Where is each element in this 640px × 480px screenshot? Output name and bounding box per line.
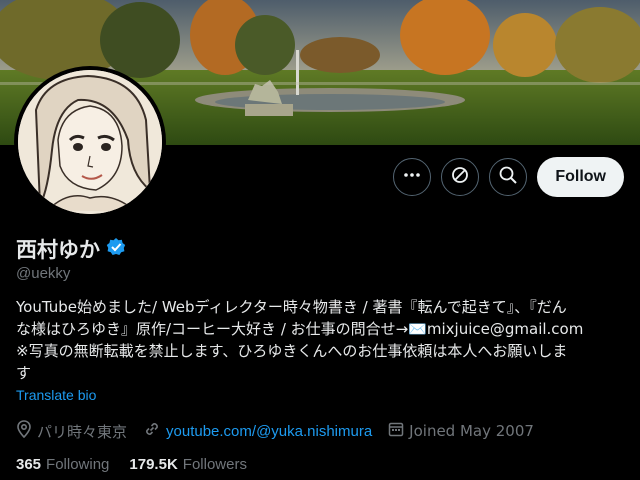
profile-actions: Follow <box>393 157 624 197</box>
search-icon <box>498 165 518 189</box>
profile-bio: YouTube始めました/ Webディレクター時々物書き / 著書『転んで起きて… <box>16 296 626 384</box>
follow-button[interactable]: Follow <box>537 157 624 197</box>
website-link[interactable]: youtube.com/@yuka.nishimura <box>166 423 372 440</box>
following-count: 365 <box>16 456 42 473</box>
name-row: 西村ゆか <box>16 234 126 264</box>
search-button[interactable] <box>489 158 528 196</box>
followers-stat[interactable]: 179.5K Followers <box>129 456 247 473</box>
display-name: 西村ゆか <box>16 238 100 262</box>
avatar-illustration <box>18 70 162 214</box>
bio-line: な様はひろゆき』原作/コーヒー大好き / お仕事の問合せ→✉️mixjuice@… <box>16 320 584 338</box>
join-date-text: Joined May 2007 <box>409 422 534 440</box>
bio-line: す <box>16 364 32 382</box>
translate-bio-link[interactable]: Translate bio <box>16 387 96 403</box>
profile-meta: パリ時々東京 youtube.com/@yuka.nishimura Joine… <box>16 420 550 442</box>
user-handle: @uekky <box>16 265 71 282</box>
location: パリ時々東京 <box>16 420 127 442</box>
location-pin-icon <box>16 420 32 442</box>
verified-badge-icon[interactable] <box>106 237 126 261</box>
join-date: Joined May 2007 <box>388 421 534 441</box>
website: youtube.com/@yuka.nishimura <box>143 420 372 442</box>
profile-avatar[interactable] <box>14 66 166 218</box>
bio-line: ※写真の無断転載を禁止します、ひろゆきくんへのお仕事依頼は本人へお願いしま <box>16 342 568 360</box>
followers-label: Followers <box>182 456 247 473</box>
location-text: パリ時々東京 <box>37 422 128 441</box>
more-button[interactable] <box>393 158 432 196</box>
follow-stats: 365 Following 179.5K Followers <box>16 456 247 473</box>
following-stat[interactable]: 365 Following <box>16 456 109 473</box>
bio-line: YouTube始めました/ Webディレクター時々物書き / 著書『転んで起きて… <box>16 298 567 316</box>
subscribe-button[interactable] <box>441 158 480 196</box>
link-icon <box>143 420 161 442</box>
calendar-icon <box>388 421 404 441</box>
subscribe-icon <box>450 165 470 189</box>
following-label: Following <box>46 456 110 473</box>
more-icon <box>403 166 421 188</box>
followers-count: 179.5K <box>129 456 178 473</box>
